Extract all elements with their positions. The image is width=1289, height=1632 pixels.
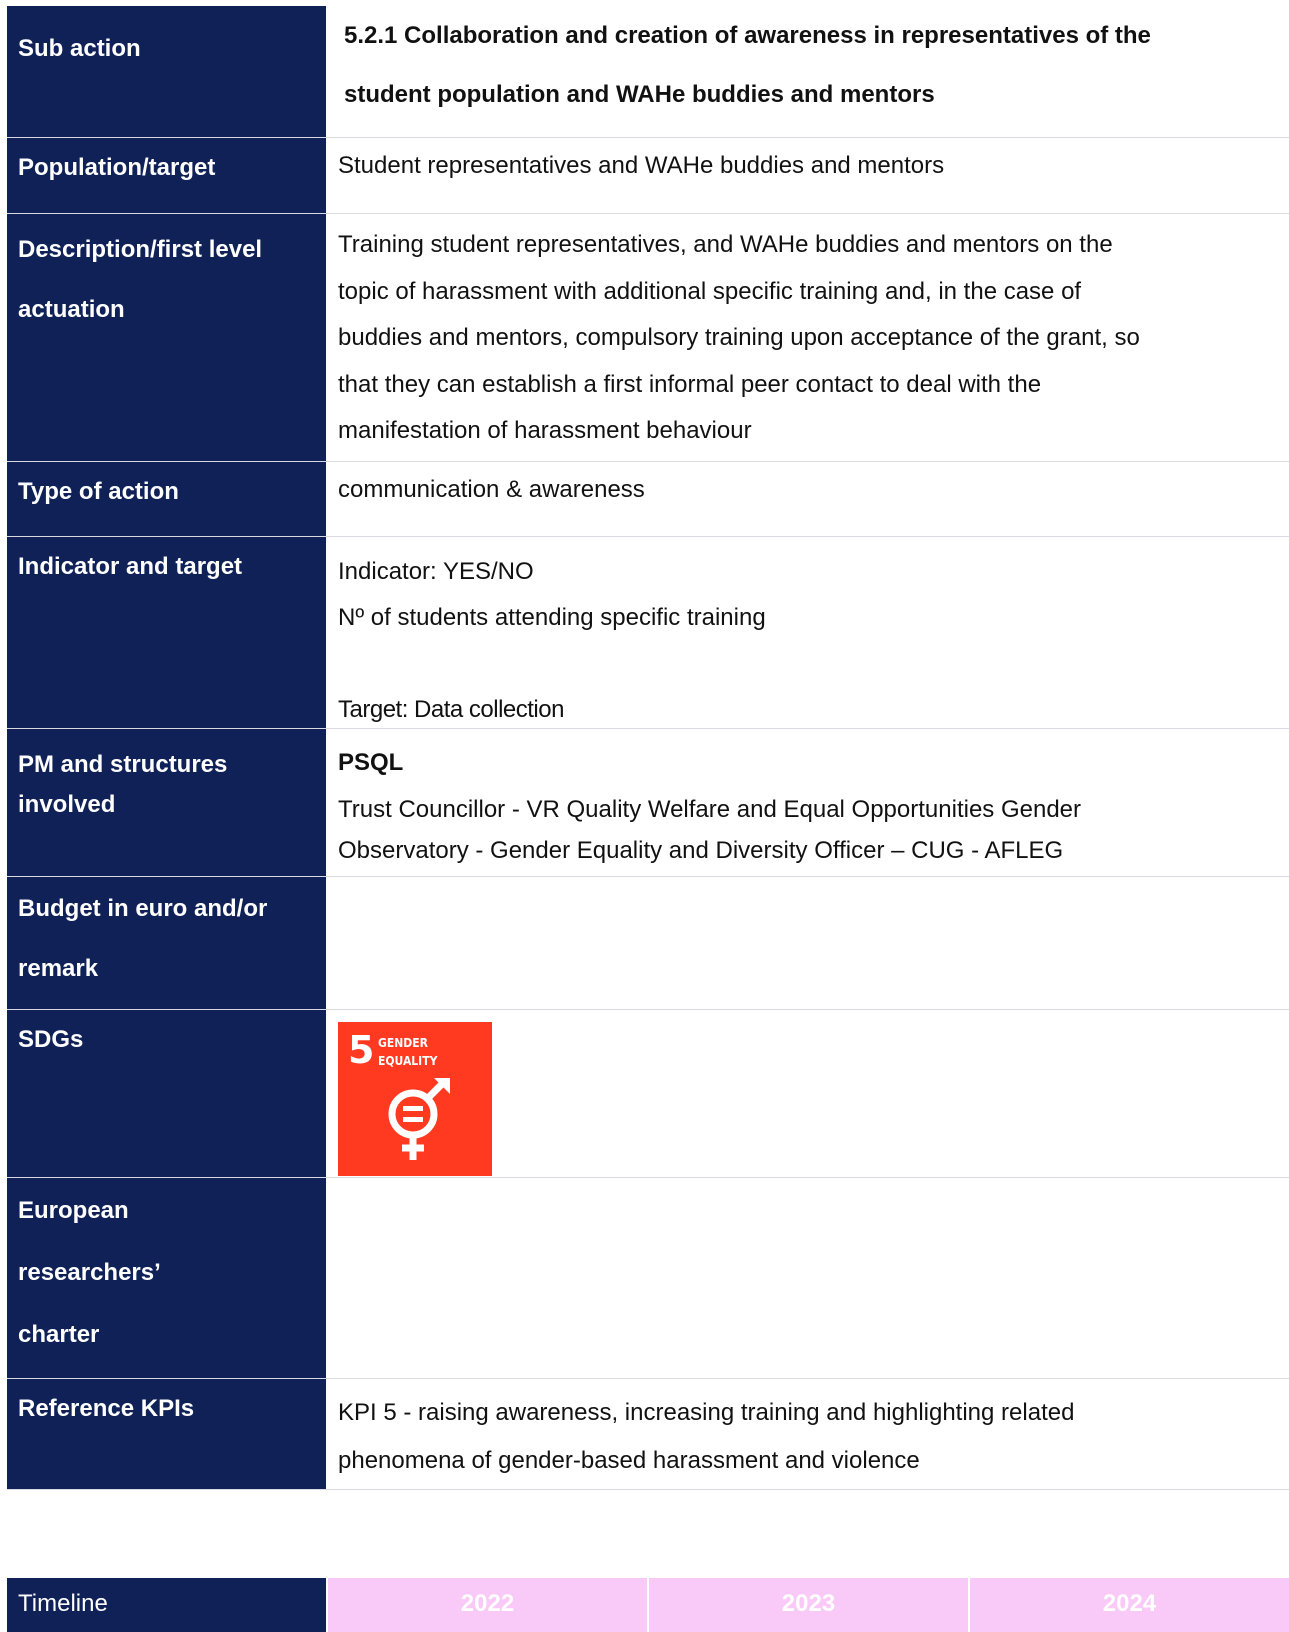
timeline-year-2024: 2024	[968, 1578, 1289, 1632]
pm-label-line-2: involved	[18, 791, 116, 818]
pm-line-2: Observatory - Gender Equality and Divers…	[338, 837, 1064, 864]
label-population: Population/target	[7, 138, 326, 213]
budget-label-line-1: Budget in euro and/or	[18, 895, 268, 922]
value-budget	[326, 877, 1289, 1009]
timeline-year-2022: 2022	[326, 1578, 647, 1632]
description-label-line-1: Description/first level	[18, 236, 263, 263]
value-pm: PSQL Trust Councillor - VR Quality Welfa…	[326, 729, 1289, 876]
label-description: Description/first level actuation	[7, 214, 326, 461]
value-population: Student representatives and WAHe buddies…	[338, 152, 945, 179]
description-line-5: manifestation of harassment behaviour	[338, 417, 752, 444]
row-type-of-action: Type of action communication & awareness	[7, 462, 1289, 537]
row-charter: European researchers’ charter	[7, 1178, 1289, 1379]
charter-label-line-2: researchers’	[18, 1259, 161, 1286]
budget-label-line-2: remark	[18, 955, 99, 982]
row-indicator: Indicator and target Indicator: YES/NO N…	[7, 537, 1289, 729]
pm-label-line-1: PM and structures	[18, 751, 228, 778]
description-line-3: buddies and mentors, compulsory training…	[338, 324, 1140, 351]
indicator-target: Target: Data collection	[338, 696, 564, 723]
kpi-line-1: KPI 5 - raising awareness, increasing tr…	[338, 1399, 1075, 1426]
indicator-students: Nº of students attending specific traini…	[338, 604, 766, 631]
gender-equality-icon	[388, 1078, 450, 1160]
pm-head: PSQL	[338, 749, 404, 776]
label-kpi: Reference KPIs	[7, 1379, 326, 1489]
value-type-of-action: communication & awareness	[338, 476, 645, 503]
value-indicator: Indicator: YES/NO Nº of students attendi…	[326, 537, 1289, 728]
label-indicator: Indicator and target	[7, 537, 326, 728]
indicator-yes-no: Indicator: YES/NO	[338, 558, 534, 585]
label-sub-action: Sub action	[7, 6, 326, 137]
value-sdgs: 5 GENDER EQUALITY	[326, 1010, 1289, 1177]
row-kpi: Reference KPIs KPI 5 - raising awareness…	[7, 1379, 1289, 1490]
charter-label-line-1: European	[18, 1197, 129, 1224]
description-line-1: Training student representatives, and WA…	[338, 231, 1113, 258]
value-description: Training student representatives, and WA…	[326, 214, 1289, 461]
pm-line-1: Trust Councillor - VR Quality Welfare an…	[338, 796, 1082, 823]
action-table: Sub action 5.2.1 Collaboration and creat…	[7, 6, 1289, 1490]
timeline-row: Timeline 2022 2023 2024	[7, 1578, 1289, 1632]
timeline-year-2023: 2023	[647, 1578, 968, 1632]
row-pm: PM and structures involved PSQL Trust Co…	[7, 729, 1289, 877]
description-label-line-2: actuation	[18, 296, 125, 323]
row-sub-action: Sub action 5.2.1 Collaboration and creat…	[7, 6, 1289, 138]
value-sub-action: 5.2.1 Collaboration and creation of awar…	[326, 6, 1289, 137]
charter-label-line-3: charter	[18, 1321, 100, 1348]
description-line-2: topic of harassment with additional spec…	[338, 277, 1082, 305]
label-sdgs: SDGs	[7, 1010, 326, 1177]
row-population: Population/target Student representative…	[7, 138, 1289, 214]
row-sdgs: SDGs 5 GENDER EQUALITY	[7, 1010, 1289, 1178]
timeline-label: Timeline	[7, 1578, 326, 1632]
row-description: Description/first level actuation Traini…	[7, 214, 1289, 462]
label-pm: PM and structures involved	[7, 729, 326, 876]
description-line-4: that they can establish a first informal…	[338, 370, 1042, 398]
sdg-5-badge: 5 GENDER EQUALITY	[338, 1022, 492, 1176]
sub-action-line-2: student population and WAHe buddies and …	[344, 81, 935, 108]
sub-action-line-1: 5.2.1 Collaboration and creation of awar…	[344, 22, 1151, 49]
label-budget: Budget in euro and/or remark	[7, 877, 326, 1009]
value-charter	[326, 1178, 1289, 1378]
kpi-line-2: phenomena of gender-based harassment and…	[338, 1447, 920, 1474]
label-type-of-action: Type of action	[7, 462, 326, 536]
row-budget: Budget in euro and/or remark	[7, 877, 1289, 1010]
value-kpi: KPI 5 - raising awareness, increasing tr…	[326, 1379, 1289, 1489]
label-charter: European researchers’ charter	[7, 1178, 326, 1378]
label-text: Sub action	[18, 35, 141, 62]
